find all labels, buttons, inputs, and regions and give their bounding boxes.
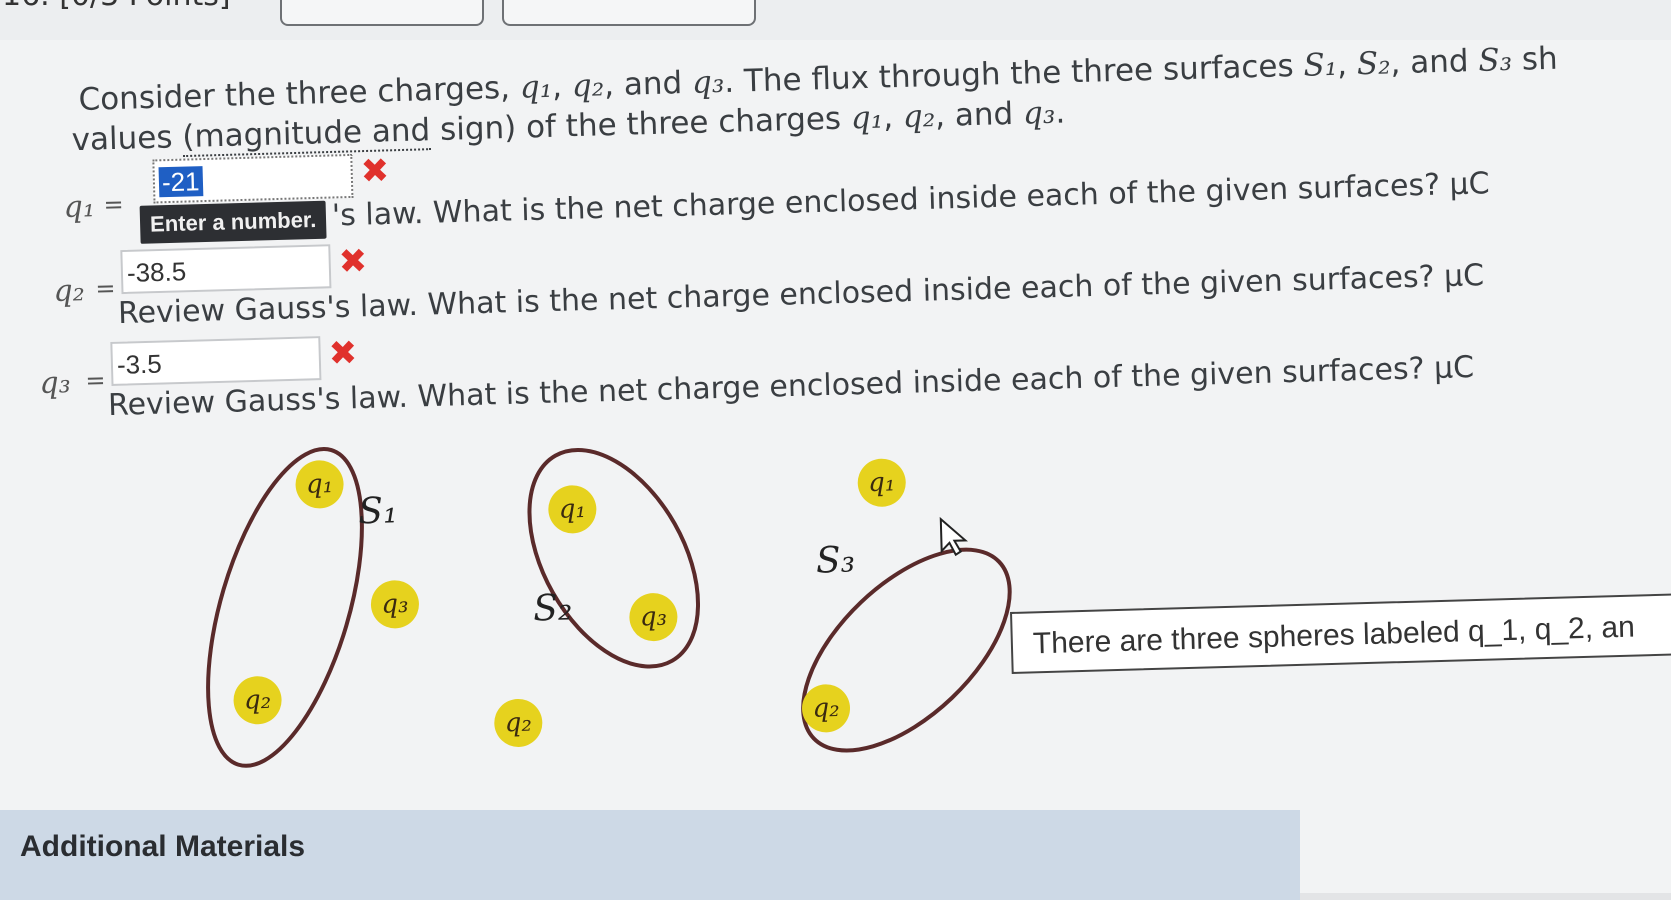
charge-q1-c: q₁: [857, 458, 906, 507]
enter-number-tooltip: Enter a number.: [139, 200, 327, 244]
comma: ,: [934, 97, 946, 135]
q2-value: -38.5: [126, 256, 187, 288]
prompt-text: and: [1409, 43, 1470, 81]
charge-q2-c: q₂: [802, 684, 851, 733]
q3-input[interactable]: -3.5: [110, 336, 322, 386]
q1-label: q₁: [63, 189, 96, 225]
incorrect-x-icon: ✖: [338, 241, 368, 282]
charge-q2-a: q₂: [233, 676, 282, 725]
comma: ,: [1389, 45, 1401, 82]
q1-input[interactable]: -21: [152, 153, 354, 204]
surface-s3-loop: [801, 547, 1012, 753]
symbol-q2: q₂: [571, 67, 605, 105]
charge-label: q₁: [558, 494, 586, 525]
charge-label: q₂: [244, 685, 272, 716]
comma: ,: [1336, 46, 1348, 83]
prompt-underlined: (magnitude and: [181, 112, 431, 158]
additional-materials-heading: Additional Materials: [20, 830, 306, 863]
charge-label: q₃: [639, 602, 667, 633]
charge-q3-a: q₃: [370, 580, 419, 629]
charge-q2-b: q₂: [494, 698, 543, 747]
surface-label-s2: S₂: [533, 587, 573, 629]
alt-text: There are three spheres labeled q_1, q_2…: [1032, 610, 1636, 661]
charge-q3-b: q₃: [629, 593, 678, 642]
symbol-s1: S₁: [1302, 46, 1338, 84]
prompt-text: . The flux through the three surfaces: [723, 48, 1295, 100]
charge-q1-a: q₁: [295, 460, 344, 509]
incorrect-x-icon: ✖: [328, 333, 358, 374]
charge-label: q₃: [381, 589, 409, 620]
surface-label-s1: S₁: [358, 490, 398, 532]
symbol-s2: S₂: [1356, 45, 1391, 83]
charge-q1-b: q₁: [548, 485, 597, 534]
charge-label: q₁: [868, 467, 896, 498]
q1-hint-text: 's law. What is the net charge enclosed …: [331, 166, 1491, 234]
gauss-surfaces-diagram: q₁ q₃ q₂ q₁ q₃ q₂ q₁ q₂ S₁ S₂ S₃: [206, 447, 1012, 768]
equals-sign: =: [103, 190, 125, 219]
surface-label-s3: S₃: [815, 539, 855, 581]
symbol-s3: S₃: [1477, 41, 1513, 79]
symbol-q3: q₃: [1022, 94, 1056, 132]
prompt-text: and: [623, 65, 683, 103]
symbol-q3: q₃: [691, 63, 725, 101]
comma: ,: [882, 99, 894, 136]
incorrect-x-icon: ✖: [360, 150, 390, 192]
comma: ,: [551, 68, 563, 105]
prompt-text: sh: [1521, 40, 1559, 78]
charge-label: q₁: [306, 469, 334, 500]
question-prompt: Consider the three charges, q₁, q₂, and …: [71, 39, 1559, 159]
q2-input[interactable]: -38.5: [120, 244, 332, 295]
q2-label: q₂: [52, 273, 86, 309]
additional-materials-bar[interactable]: Additional Materials: [0, 810, 1300, 900]
surface-s2-loop: [527, 447, 701, 669]
charge-label: q₂: [504, 708, 532, 739]
comma: ,: [603, 67, 615, 104]
q3-value: -3.5: [116, 348, 163, 380]
header-tab-box-2[interactable]: [502, 0, 756, 26]
prompt-text: sign) of the three charges: [439, 100, 842, 148]
header-tab-box-1[interactable]: [280, 0, 484, 26]
equals-sign: =: [94, 274, 116, 303]
prompt-text: values: [71, 119, 173, 159]
q3-label: q₃: [38, 365, 72, 401]
symbol-q2: q₂: [902, 98, 936, 135]
charge-label: q₂: [812, 693, 840, 724]
surface-s1-loop: [206, 447, 364, 768]
q1-value: -21: [158, 166, 203, 198]
symbol-q1: q₁: [850, 99, 884, 137]
symbol-q1: q₁: [519, 68, 553, 106]
question-number: 16. [0/3 Points]: [2, 0, 231, 13]
equals-sign: =: [84, 366, 106, 395]
prompt-text: and: [954, 95, 1014, 134]
